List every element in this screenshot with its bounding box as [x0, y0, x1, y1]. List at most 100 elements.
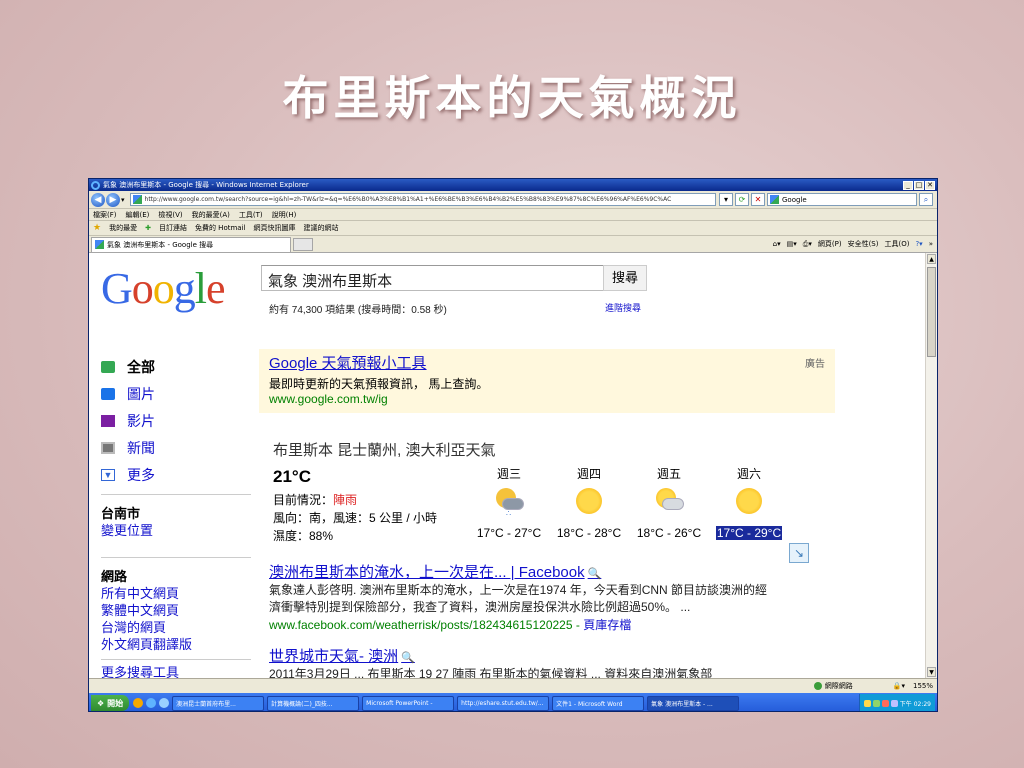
day-range: 18°C - 26°C [636, 526, 702, 540]
tab-label: 氣象 澳洲布里斯本 - Google 搜尋 [107, 240, 214, 249]
print-icon[interactable]: ⎙▾ [803, 240, 812, 249]
back-button[interactable]: ◀ [91, 192, 105, 207]
cmd-page[interactable]: 網頁(P) [818, 239, 842, 249]
menu-tools[interactable]: 工具(T) [239, 210, 263, 220]
ad-url[interactable]: www.google.com.tw/ig [269, 392, 825, 406]
nav-all[interactable]: 全部 [101, 353, 251, 380]
fav-link-custom[interactable]: 目訂連結 [159, 223, 187, 233]
tray-antivirus-icon[interactable] [881, 699, 889, 707]
new-tab-button[interactable] [293, 237, 313, 251]
fav-link-suggested[interactable]: 建議的網站 [303, 223, 338, 233]
result-snippet: 濟衝擊特別提到保險部分，我查了資料，澳洲房屋投保洪水險比例超過50%。 ... [269, 600, 691, 614]
tray-language-icon[interactable] [863, 699, 871, 707]
taskbar-item[interactable]: Microsoft PowerPoint - [362, 695, 455, 711]
quicklaunch-desktop-icon[interactable] [159, 698, 170, 708]
nav-label: 影片 [127, 412, 155, 429]
nav-images[interactable]: 圖片 [101, 380, 251, 407]
change-location-link[interactable]: 變更位置 [101, 522, 251, 539]
quicklaunch-ie-icon[interactable] [146, 698, 157, 708]
start-button[interactable]: ❖ 開始 [91, 695, 130, 711]
menu-view[interactable]: 檢視(V) [158, 210, 182, 220]
vertical-scrollbar[interactable]: ▲ ▼ [925, 253, 937, 678]
close-button[interactable]: ✕ [925, 180, 935, 190]
weather-title[interactable]: 布里斯本 昆士蘭州, 澳大利亞天氣 [273, 439, 496, 460]
stop-icon[interactable]: ✕ [751, 193, 765, 206]
forward-button[interactable]: ▶ [106, 192, 120, 207]
address-field[interactable]: http://www.google.com.tw/search?source=i… [129, 193, 716, 206]
taskbar-item[interactable]: 澳洲昆士蘭首府布里... [172, 695, 265, 711]
nav-more[interactable]: ▼ 更多 [101, 461, 251, 488]
ad-title[interactable]: Google 天氣預報小工具 [269, 352, 825, 373]
chevron-more-icon[interactable]: » [929, 240, 933, 248]
fav-link-webslice[interactable]: 網頁快訊圖庫 [253, 223, 295, 233]
expand-icon[interactable]: ↘ [789, 543, 809, 563]
cmd-tools[interactable]: 工具(O) [884, 239, 909, 249]
address-dropdown-button[interactable]: ▾ [719, 193, 733, 206]
quicklaunch-firefox-icon[interactable] [133, 698, 144, 708]
result-title[interactable]: 世界城市天氣- 澳洲 [269, 648, 398, 665]
help-icon[interactable]: ?▾ [915, 240, 922, 248]
maximize-button[interactable]: □ [914, 180, 924, 190]
nav-news[interactable]: 新聞 [101, 434, 251, 461]
magnifier-icon[interactable]: 🔍 [588, 568, 602, 580]
day-name: 週五 [656, 467, 681, 481]
nav-label: 新聞 [127, 439, 155, 456]
menu-edit[interactable]: 編輯(E) [126, 210, 150, 220]
result-snippet: 氣象達人彭啓明. 澳洲布里斯本的淹水，上一次是在1974 年，今天看到CNN 節… [269, 583, 768, 597]
search-button[interactable]: 搜尋 [603, 265, 647, 291]
tray-network-icon[interactable] [872, 699, 880, 707]
web-filter-link[interactable]: 台灣的網頁 [101, 619, 251, 636]
scroll-down-icon[interactable]: ▼ [927, 667, 936, 677]
window-title: 氣象 澳洲布里斯本 - Google 搜尋 - Windows Internet… [103, 181, 309, 189]
web-filter-link[interactable]: 外文網頁翻譯版 [101, 636, 251, 653]
add-favorite-icon[interactable]: ✚ [145, 224, 151, 232]
result-snippet: 2011年3月29日 ... 布里斯本 19 27 陣雨 布里斯本的氣候資料 .… [269, 667, 713, 678]
scroll-thumb[interactable] [927, 267, 936, 357]
day-range: 17°C - 27°C [476, 526, 542, 540]
favorites-star-icon[interactable]: ★ [93, 223, 101, 233]
advanced-search-link[interactable]: 進階搜尋 [605, 301, 641, 314]
page-content: Google 氣象 澳洲布里斯本 搜尋 約有 74,300 項結果 (搜尋時間：… [89, 253, 925, 678]
taskbar-item[interactable]: 文件1 - Microsoft Word [552, 695, 645, 711]
cloud-rain-icon: ∴ [494, 488, 524, 518]
result-url[interactable]: www.facebook.com/weatherrisk/posts/18243… [269, 618, 573, 632]
taskbar-item-active[interactable]: 氣象 澳洲布里斯本 - ... [647, 695, 740, 711]
minimize-button[interactable]: _ [903, 180, 913, 190]
menu-help[interactable]: 說明(H) [272, 210, 297, 220]
taskbar-item[interactable]: http://eshare.stut.edu.tw/... [457, 695, 550, 711]
tab-current[interactable]: 氣象 澳洲布里斯本 - Google 搜尋 [91, 236, 291, 252]
history-dropdown-icon[interactable]: ▾ [121, 196, 125, 204]
status-zone-label: 網際網路 [824, 682, 853, 690]
cmd-safety[interactable]: 安全性(S) [848, 239, 879, 249]
forecast-day: 週四 18°C - 28°C [549, 465, 629, 540]
zoom-level[interactable]: 155% [913, 682, 933, 690]
weather-temperature: 21°C [273, 467, 311, 486]
result-title[interactable]: 澳洲布里斯本的淹水，上一次是在... | Facebook [269, 564, 585, 581]
web-filter-link[interactable]: 所有中文網頁 [101, 585, 251, 602]
lock-icon[interactable]: 🔒▾ [893, 682, 905, 690]
home-icon[interactable]: ⌂▾ [773, 240, 781, 248]
google-logo[interactable]: Google [101, 263, 226, 314]
feeds-icon[interactable]: ▤▾ [787, 240, 797, 248]
taskbar-item[interactable]: 計算機概論(二)_四技... [267, 695, 360, 711]
search-input[interactable]: 氣象 澳洲布里斯本 [261, 265, 604, 291]
scroll-up-icon[interactable]: ▲ [927, 254, 936, 264]
more-tools-link[interactable]: 更多搜尋工具 [101, 664, 251, 678]
toolbar-search-box[interactable]: Google [767, 193, 917, 206]
search-icon[interactable]: ⌕ [919, 193, 933, 206]
tray-volume-icon[interactable] [890, 699, 898, 707]
menu-favorites[interactable]: 我的最愛(A) [192, 210, 230, 220]
left-nav: 全部 圖片 影片 新聞 ▼ 更多 台南市 變更位置 網路 所有中文網頁 繁體中文… [101, 353, 251, 678]
ad-label: 廣告 [805, 359, 825, 370]
refresh-icon[interactable]: ⟳ [735, 193, 749, 206]
cache-link[interactable]: 頁庫存檔 [583, 618, 631, 632]
fav-link-hotmail[interactable]: 免費的 Hotmail [195, 223, 246, 233]
menu-file[interactable]: 檔案(F) [93, 210, 117, 220]
web-heading: 網路 [101, 569, 128, 584]
favorites-button[interactable]: 我的最愛 [109, 223, 137, 233]
web-filter-link[interactable]: 繁體中文網頁 [101, 602, 251, 619]
nav-videos[interactable]: 影片 [101, 407, 251, 434]
magnifier-icon[interactable]: 🔍 [401, 652, 415, 664]
window-titlebar[interactable]: 氣象 澳洲布里斯本 - Google 搜尋 - Windows Internet… [89, 179, 937, 191]
images-icon [101, 387, 115, 400]
